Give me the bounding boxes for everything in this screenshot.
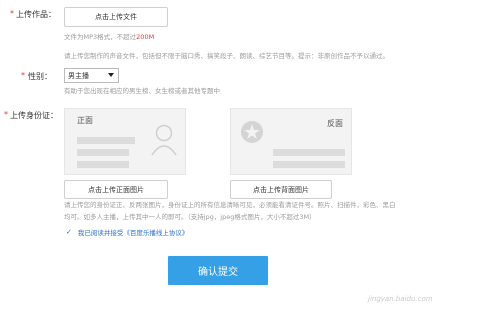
upload-work-label: 上传作品： xyxy=(16,10,56,19)
gender-label: 性别： xyxy=(28,72,52,81)
dropdown-arrow-icon xyxy=(108,73,114,77)
id-card-instructions-line1: 请上传您的身份证正、反两张图片，身份证上的所有信息清晰可见，必须能看清证件号。照… xyxy=(64,201,396,209)
agreement-link[interactable]: 我已阅读并接受《百度乐播线上协议》 xyxy=(78,227,189,237)
required-asterisk: * xyxy=(10,9,14,18)
agreement-row[interactable]: ✓ 我已阅读并接受《百度乐播线上协议》 xyxy=(66,227,188,237)
upload-file-button[interactable]: 点击上传文件 xyxy=(64,7,168,27)
gender-hint: 有助于您出现在相应的男生榜、女生榜或者其他专题中 xyxy=(64,87,220,95)
watermark: jingyan.baidu.com xyxy=(368,295,433,303)
upload-guidance: 请上传您制作的声音文件，包括但不限于脑口秀、搞笑段子、朗读、综艺节目等。提示：非… xyxy=(64,52,389,60)
file-size-limit: 200M xyxy=(136,33,155,41)
placeholder-bar xyxy=(273,161,345,168)
required-asterisk: * xyxy=(21,71,25,80)
id-card-front-preview: 正面 xyxy=(64,108,186,175)
placeholder-bar xyxy=(77,149,129,156)
back-card-title: 反面 xyxy=(327,119,343,128)
check-icon[interactable]: ✓ xyxy=(66,228,72,236)
gender-selected: 男主播 xyxy=(68,71,89,80)
upload-back-image-button[interactable]: 点击上传背面图片 xyxy=(230,180,332,199)
national-emblem-icon xyxy=(241,121,263,143)
id-card-label: 上传身份证： xyxy=(10,111,58,120)
upload-front-image-button[interactable]: 点击上传正面图片 xyxy=(64,180,168,199)
file-format-note: 文件为MP3格式，不超过200M xyxy=(64,31,154,43)
required-asterisk: * xyxy=(4,110,8,119)
placeholder-bar xyxy=(77,137,135,144)
file-format-prefix: 文件为MP3格式，不超过 xyxy=(64,33,137,41)
person-icon xyxy=(151,124,177,156)
id-card-instructions-line2: 均可。如多人主播，上传其中一人的即可。（支持jpg，jpeg格式图片，大小不超过… xyxy=(64,213,316,221)
placeholder-bar xyxy=(273,149,345,156)
front-card-title: 正面 xyxy=(77,116,93,125)
placeholder-bar xyxy=(77,161,129,168)
submit-button[interactable]: 确认提交 xyxy=(168,256,268,285)
id-card-back-preview: 反面 xyxy=(230,108,352,175)
gender-select[interactable]: 男主播 xyxy=(64,68,119,83)
